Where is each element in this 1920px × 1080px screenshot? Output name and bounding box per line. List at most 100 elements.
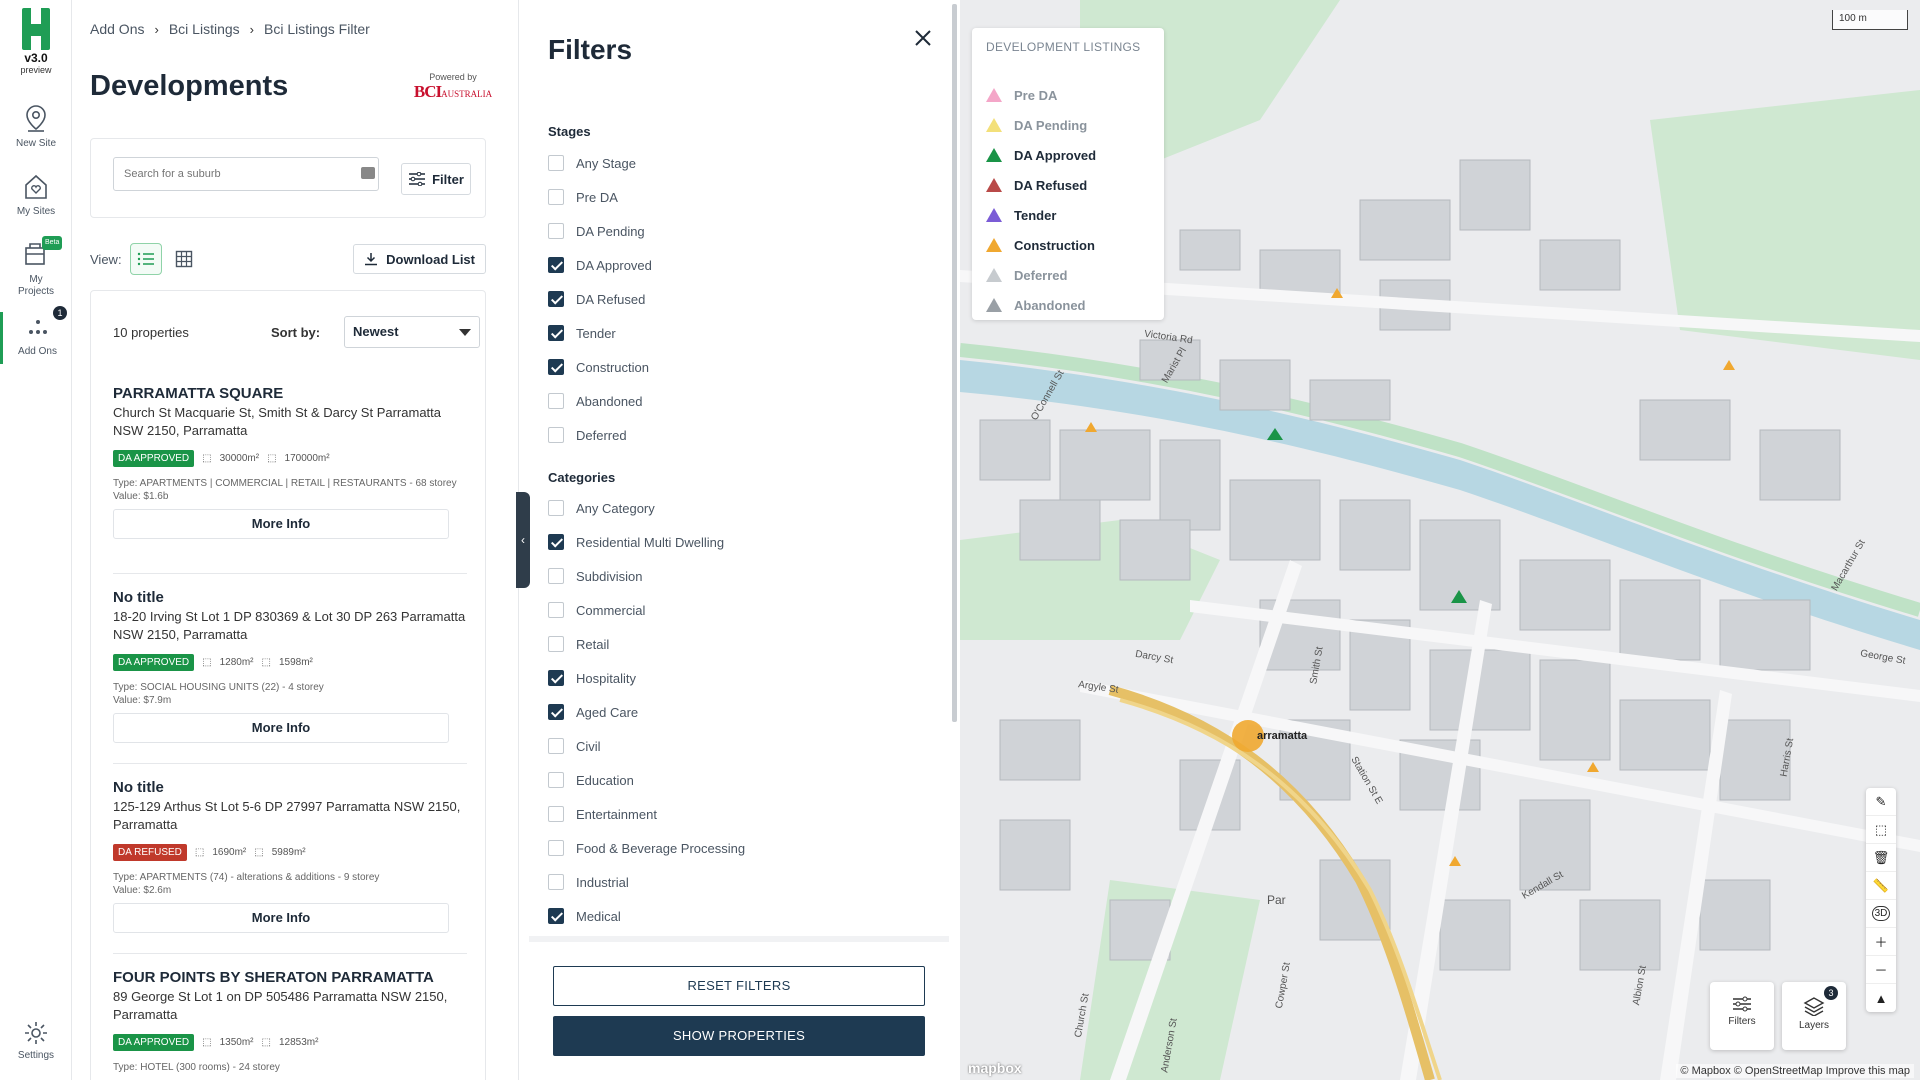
app-logo[interactable]: v3.0 preview	[14, 8, 58, 75]
filter-option[interactable]: Civil	[548, 736, 601, 756]
filter-option[interactable]: Subdivision	[548, 566, 643, 586]
breadcrumb: Add Ons › Bci Listings › Bci Listings Fi…	[90, 21, 370, 37]
filter-option[interactable]: Aged Care	[548, 702, 638, 722]
checkbox[interactable]	[548, 155, 564, 171]
download-list-label: Download List	[386, 251, 475, 267]
filter-option[interactable]: Retail	[548, 634, 609, 654]
legend-item-label: Construction	[1014, 237, 1095, 253]
listing-meta: DA APPROVED ⬚ 1350m² ⬚ 12853m²	[113, 1034, 467, 1051]
filter-option[interactable]: DA Pending	[548, 221, 645, 241]
listing-title: FOUR POINTS BY SHERATON PARRAMATTA	[113, 969, 434, 986]
breadcrumb-item: Bci Listings Filter	[263, 21, 370, 37]
checkbox[interactable]	[548, 500, 564, 516]
filter-option[interactable]: Tender	[548, 323, 616, 343]
delete-drawing-tool[interactable]: 🗑	[1866, 844, 1896, 872]
filter-option[interactable]: Abandoned	[548, 391, 643, 411]
filter-option[interactable]: Residential Multi Dwelling	[548, 532, 724, 552]
suburb-search-input[interactable]	[113, 157, 379, 191]
legend-item-label: Abandoned	[1014, 297, 1086, 313]
map-attribution[interactable]: © Mapbox © OpenStreetMap Improve this ma…	[1676, 1064, 1914, 1078]
map-view[interactable]: arramatta Smith St Darcy St Station St E…	[960, 0, 1920, 1080]
measure-tool[interactable]: 📏	[1866, 872, 1896, 900]
rail-item-my-sites[interactable]: My Sites	[0, 172, 72, 218]
checkbox[interactable]	[548, 325, 564, 341]
checkbox[interactable]	[548, 189, 564, 205]
filters-scrollbar[interactable]	[952, 4, 957, 722]
rail-item-new-site[interactable]: New Site	[0, 104, 72, 150]
filter-option[interactable]: Industrial	[548, 872, 629, 892]
filter-option[interactable]: Entertainment	[548, 804, 657, 824]
rail-item-my-projects[interactable]: Beta My Projects	[0, 236, 72, 298]
mapbox-logo[interactable]: mapbox	[968, 1060, 1022, 1076]
categories-heading: Categories	[548, 470, 616, 485]
collapse-panel-button[interactable]: ‹	[516, 492, 530, 588]
filter-option[interactable]: Any Category	[548, 498, 655, 518]
draw-line-tool[interactable]: ✎	[1866, 788, 1896, 816]
checkbox[interactable]	[548, 359, 564, 375]
filter-option-label: Civil	[576, 738, 601, 754]
filter-option[interactable]: Any Stage	[548, 153, 636, 173]
triangle-marker-icon	[986, 118, 1002, 132]
filter-option-label: Abandoned	[576, 393, 643, 409]
checkbox[interactable]	[548, 534, 564, 550]
checkbox[interactable]	[548, 393, 564, 409]
filter-option[interactable]: DA Refused	[548, 289, 645, 309]
draw-polygon-tool[interactable]: ⬚	[1866, 816, 1896, 844]
more-info-button[interactable]: More Info	[113, 509, 449, 539]
filter-option[interactable]: Deferred	[548, 425, 627, 445]
reset-filters-button[interactable]: RESET FILTERS	[553, 966, 925, 1006]
filter-option[interactable]: Construction	[548, 357, 649, 377]
filter-button[interactable]: Filter	[401, 163, 471, 195]
checkbox[interactable]	[548, 908, 564, 924]
filter-option[interactable]: Food & Beverage Processing	[548, 838, 745, 858]
checkbox[interactable]	[548, 738, 564, 754]
map-layers-button[interactable]: 3 Layers	[1782, 982, 1846, 1050]
checkbox[interactable]	[548, 257, 564, 273]
checkbox[interactable]	[548, 806, 564, 822]
listing-title: No title	[113, 589, 164, 606]
rail-item-settings[interactable]: Settings	[0, 1020, 72, 1062]
checkbox[interactable]	[548, 602, 564, 618]
rail-item-label: My Projects	[17, 274, 55, 297]
checkbox[interactable]	[548, 223, 564, 239]
checkbox[interactable]	[548, 568, 564, 584]
filter-option[interactable]: Hospitality	[548, 668, 636, 688]
list-view-button[interactable]	[129, 243, 162, 275]
filter-option[interactable]: Medical	[548, 906, 621, 926]
map-filters-button[interactable]: Filters	[1710, 982, 1774, 1050]
checkbox[interactable]	[548, 840, 564, 856]
more-info-button[interactable]: More Info	[113, 903, 449, 933]
compass-button[interactable]: ▲	[1866, 984, 1896, 1012]
zoom-in-button[interactable]: ＋	[1866, 928, 1896, 956]
breadcrumb-item[interactable]: Bci Listings	[169, 21, 240, 37]
filter-option[interactable]: Commercial	[548, 600, 645, 620]
checkbox[interactable]	[548, 874, 564, 890]
site-area-icon: ⬚	[202, 657, 212, 668]
filter-option[interactable]: Pre DA	[548, 187, 618, 207]
filter-option[interactable]: Education	[548, 770, 634, 790]
more-info-button[interactable]: More Info	[113, 713, 449, 743]
rail-item-add-ons[interactable]: 1 Add Ons	[0, 306, 72, 364]
checkbox[interactable]	[548, 636, 564, 652]
checkbox[interactable]	[548, 704, 564, 720]
sort-select[interactable]: Newest	[344, 316, 480, 348]
filter-option[interactable]: DA Approved	[548, 255, 652, 275]
show-properties-button[interactable]: SHOW PROPERTIES	[553, 1016, 925, 1056]
toggle-3d-button[interactable]: 3D	[1866, 900, 1896, 928]
checkbox[interactable]	[548, 670, 564, 686]
download-list-button[interactable]: Download List	[353, 244, 486, 274]
rail-item-label: My Sites	[16, 206, 56, 217]
breadcrumb-item[interactable]: Add Ons	[90, 21, 144, 37]
listing-meta: DA APPROVED ⬚ 1280m² ⬚ 1598m²	[113, 654, 467, 671]
zoom-out-button[interactable]: －	[1866, 956, 1896, 984]
checkbox[interactable]	[548, 291, 564, 307]
filter-option-label: Any Stage	[576, 155, 636, 171]
grid-view-button[interactable]	[168, 243, 200, 275]
listing-meta: DA APPROVED ⬚ 30000m² ⬚ 170000m²	[113, 450, 467, 467]
results-card: 10 properties Sort by: Newest PARRAMATTA…	[90, 290, 486, 1080]
close-icon[interactable]	[911, 26, 935, 50]
checkbox[interactable]	[548, 772, 564, 788]
checkbox[interactable]	[548, 427, 564, 443]
site-area: 1350m²	[219, 1037, 254, 1048]
listing-type: Type: APARTMENTS | COMMERCIAL | RETAIL |…	[113, 478, 457, 489]
